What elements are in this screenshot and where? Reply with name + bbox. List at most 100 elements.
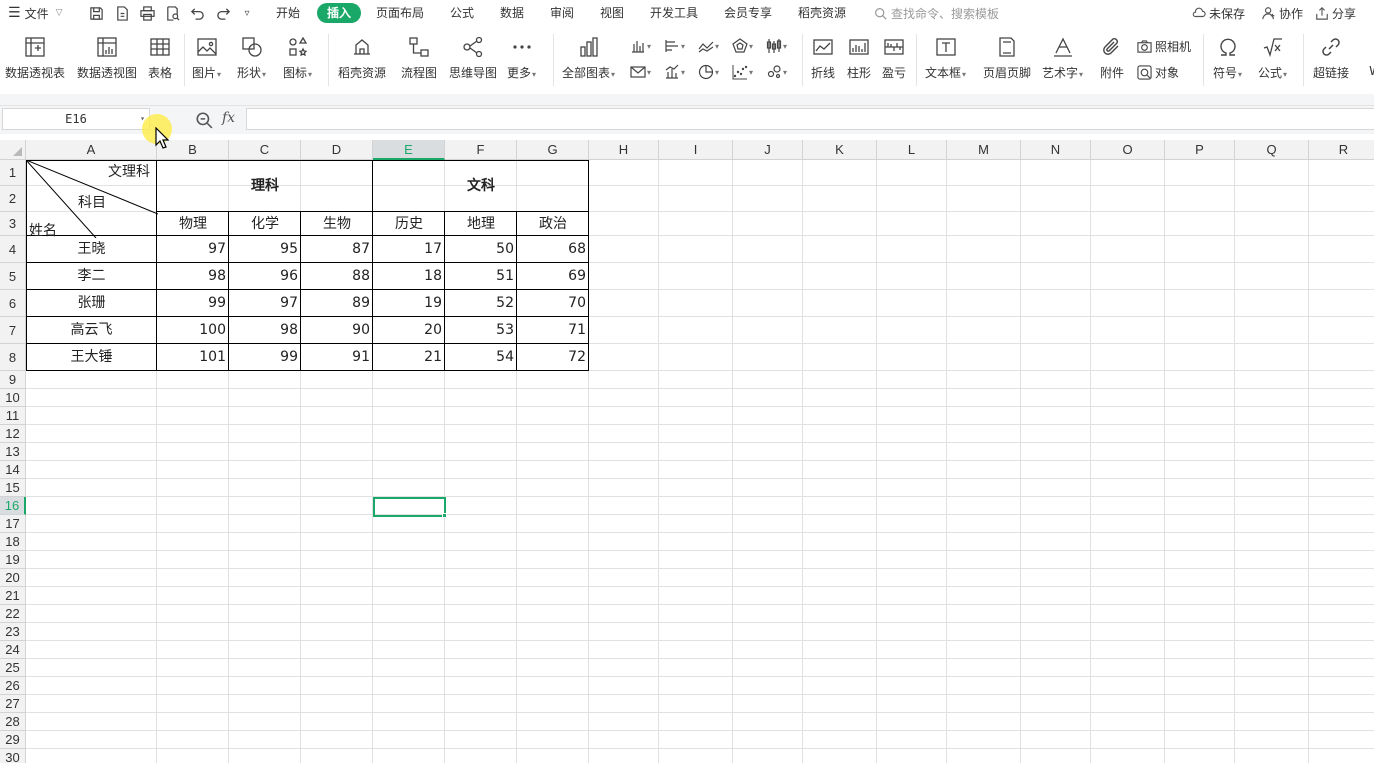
column-header-h[interactable]: H [589, 140, 659, 160]
flowchart-button[interactable]: 流程图 [401, 34, 437, 84]
score-cell[interactable]: 91 [301, 344, 373, 371]
save-icon[interactable] [87, 4, 105, 22]
subject-header[interactable]: 物理 [157, 212, 229, 236]
score-cell[interactable]: 88 [301, 263, 373, 290]
unsaved-status[interactable]: 未保存 [1192, 3, 1245, 23]
formula-input[interactable] [246, 108, 1374, 130]
row-header-25[interactable]: 25 [0, 659, 26, 677]
score-cell[interactable]: 69 [517, 263, 589, 290]
row-header-22[interactable]: 22 [0, 605, 26, 623]
pivot-table-button[interactable]: 数据透视表 [5, 34, 65, 84]
row-header-24[interactable]: 24 [0, 641, 26, 659]
tab-view[interactable]: 视图 [594, 3, 630, 23]
pie-chart-icon[interactable]: ▾ [698, 62, 726, 82]
picture-button[interactable]: 图片▾ [192, 34, 221, 84]
score-cell[interactable]: 72 [517, 344, 589, 371]
column-header-n[interactable]: N [1021, 140, 1091, 160]
score-cell[interactable]: 89 [301, 290, 373, 317]
subject-header[interactable]: 政治 [517, 212, 589, 236]
score-cell[interactable]: 98 [229, 317, 301, 344]
sparkline-winloss-button[interactable]: 盈亏 [881, 34, 907, 84]
score-cell[interactable]: 19 [373, 290, 445, 317]
score-cell[interactable]: 17 [373, 236, 445, 263]
column-header-r[interactable]: R [1309, 140, 1374, 160]
score-cell[interactable]: 51 [445, 263, 517, 290]
print-icon[interactable] [138, 4, 156, 22]
icon-library-button[interactable]: 图标▾ [283, 34, 312, 84]
fx-icon[interactable]: fx [222, 110, 235, 126]
score-cell[interactable]: 99 [229, 344, 301, 371]
tab-data[interactable]: 数据 [494, 3, 530, 23]
column-header-q[interactable]: Q [1235, 140, 1309, 160]
row-header-15[interactable]: 15 [0, 479, 26, 497]
column-header-c[interactable]: C [229, 140, 301, 160]
row-header-17[interactable]: 17 [0, 515, 26, 533]
score-cell[interactable]: 90 [301, 317, 373, 344]
column-header-m[interactable]: M [947, 140, 1021, 160]
row-header-8[interactable]: 8 [0, 344, 26, 371]
row-header-2[interactable]: 2 [0, 186, 26, 212]
tab-review[interactable]: 审阅 [544, 3, 580, 23]
textbox-button[interactable]: 文本框▾ [925, 34, 966, 84]
hyperlink-button[interactable]: 超链接 [1313, 34, 1349, 84]
row-header-4[interactable]: 4 [0, 236, 26, 263]
row-header-26[interactable]: 26 [0, 677, 26, 695]
row-header-13[interactable]: 13 [0, 443, 26, 461]
envelope-chart-icon[interactable]: ▾ [630, 62, 658, 82]
column-header-p[interactable]: P [1165, 140, 1235, 160]
column-header-e[interactable]: E [373, 140, 445, 160]
score-cell[interactable]: 70 [517, 290, 589, 317]
truncated-button[interactable]: W [1362, 34, 1374, 84]
object-button[interactable]: 对象 [1137, 62, 1179, 82]
export-pdf-icon[interactable] [113, 4, 131, 22]
row-header-21[interactable]: 21 [0, 587, 26, 605]
wordart-button[interactable]: 艺术字▾ [1042, 34, 1083, 84]
row-header-29[interactable]: 29 [0, 731, 26, 749]
row-header-23[interactable]: 23 [0, 623, 26, 641]
column-header-a[interactable]: A [26, 140, 157, 160]
column-chart-icon[interactable]: ▾ [630, 36, 658, 56]
collaborate-button[interactable]: 协作 [1262, 3, 1303, 23]
row-header-14[interactable]: 14 [0, 461, 26, 479]
student-name-cell[interactable]: 王晓 [26, 236, 157, 263]
combo-chart-icon[interactable]: ▾ [664, 62, 692, 82]
more-button[interactable]: 更多▾ [507, 34, 536, 84]
row-header-7[interactable]: 7 [0, 317, 26, 344]
score-cell[interactable]: 54 [445, 344, 517, 371]
subject-header[interactable]: 化学 [229, 212, 301, 236]
file-menu[interactable]: ☰ 文件 ▽ [8, 4, 63, 22]
row-header-18[interactable]: 18 [0, 533, 26, 551]
subject-header[interactable]: 生物 [301, 212, 373, 236]
symbol-button[interactable]: 符号▾ [1213, 34, 1242, 84]
formula-button[interactable]: 公式▾ [1258, 34, 1287, 84]
table-button[interactable]: 表格 [147, 34, 173, 84]
column-header-k[interactable]: K [803, 140, 877, 160]
bubble-chart-icon[interactable]: ▾ [766, 62, 794, 82]
select-all-corner[interactable] [0, 140, 26, 160]
row-header-10[interactable]: 10 [0, 389, 26, 407]
score-cell[interactable]: 100 [157, 317, 229, 344]
customize-quick-access-icon[interactable]: ▿ [238, 4, 256, 22]
score-cell[interactable]: 87 [301, 236, 373, 263]
column-header-o[interactable]: O [1091, 140, 1165, 160]
sparkline-line-button[interactable]: 折线 [810, 34, 836, 84]
row-header-28[interactable]: 28 [0, 713, 26, 731]
print-preview-icon[interactable] [163, 4, 181, 22]
score-cell[interactable]: 53 [445, 317, 517, 344]
score-cell[interactable]: 18 [373, 263, 445, 290]
row-header-30[interactable]: 30 [0, 749, 26, 763]
camera-button[interactable]: 照相机 [1137, 36, 1191, 56]
docer-resource-button[interactable]: 稻壳资源 [338, 34, 386, 84]
row-header-1[interactable]: 1 [0, 160, 26, 186]
line-chart-icon[interactable]: ▾ [698, 36, 726, 56]
student-name-cell[interactable]: 王大锤 [26, 344, 157, 371]
tab-member[interactable]: 会员专享 [718, 3, 778, 23]
column-header-f[interactable]: F [445, 140, 517, 160]
zoom-icon[interactable] [195, 111, 213, 129]
mindmap-button[interactable]: 思维导图 [449, 34, 497, 84]
column-header-g[interactable]: G [517, 140, 589, 160]
tab-formulas[interactable]: 公式 [444, 3, 480, 23]
row-header-5[interactable]: 5 [0, 263, 26, 290]
subject-header[interactable]: 历史 [373, 212, 445, 236]
stock-chart-icon[interactable]: ▾ [766, 36, 794, 56]
